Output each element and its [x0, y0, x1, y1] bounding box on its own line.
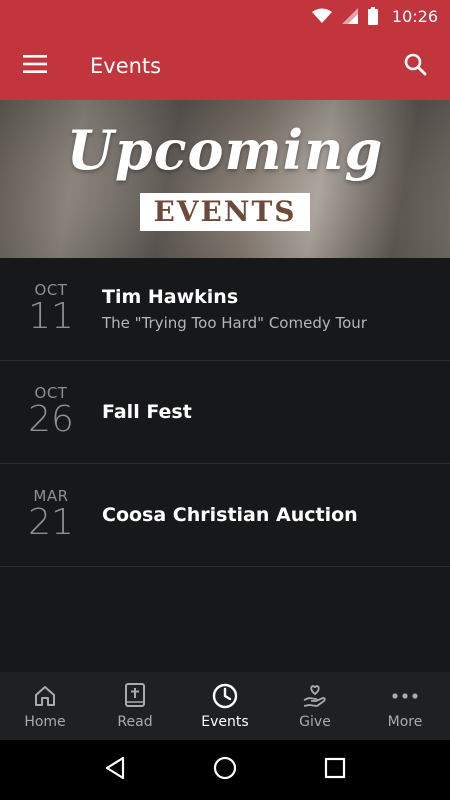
bottom-nav: Home Read Events Give More: [0, 672, 450, 740]
back-triangle-icon: [104, 756, 126, 784]
event-item[interactable]: OCT 11 Tim Hawkins The "Trying Too Hard"…: [0, 258, 450, 361]
nav-label: More: [387, 714, 423, 730]
event-day: 26: [28, 399, 74, 440]
system-recents-button[interactable]: [305, 740, 365, 800]
nav-label: Home: [24, 714, 66, 730]
status-bar: 10:26: [0, 0, 450, 32]
event-date: MAR 21: [0, 488, 102, 542]
nav-label: Read: [117, 714, 153, 730]
give-hand-heart-icon: [302, 682, 328, 710]
hero-title-block: EVENTS: [153, 195, 297, 228]
event-date: OCT 11: [0, 282, 102, 336]
app-bar: Events: [0, 32, 450, 100]
more-dots-icon: [392, 682, 418, 710]
event-day: 11: [28, 296, 74, 337]
search-icon: [403, 52, 427, 80]
event-subtitle: The "Trying Too Hard" Comedy Tour: [102, 314, 367, 332]
event-text: Coosa Christian Auction: [102, 504, 450, 526]
event-text: Fall Fest: [102, 401, 450, 423]
nav-read[interactable]: Read: [90, 672, 180, 740]
system-nav-bar: [0, 740, 450, 800]
event-title: Tim Hawkins: [102, 286, 239, 308]
battery-icon: [367, 7, 378, 25]
event-date: OCT 26: [0, 385, 102, 439]
event-title: Fall Fest: [102, 401, 192, 423]
bible-icon: [124, 682, 146, 710]
signal-icon: [341, 8, 358, 24]
nav-events[interactable]: Events: [180, 672, 270, 740]
hamburger-menu-icon: [23, 55, 47, 77]
menu-button[interactable]: [0, 32, 70, 100]
nav-more[interactable]: More: [360, 672, 450, 740]
nav-label: Give: [299, 714, 331, 730]
recents-square-icon: [324, 757, 346, 783]
nav-label: Events: [201, 714, 249, 730]
status-time: 10:26: [391, 6, 438, 26]
system-home-button[interactable]: [195, 740, 255, 800]
event-item[interactable]: MAR 21 Coosa Christian Auction: [0, 464, 450, 567]
nav-home[interactable]: Home: [0, 672, 90, 740]
system-back-button[interactable]: [85, 740, 145, 800]
clock-icon: [212, 682, 238, 710]
nav-give[interactable]: Give: [270, 672, 360, 740]
event-day: 21: [28, 502, 74, 543]
home-circle-icon: [213, 756, 237, 784]
event-item[interactable]: OCT 26 Fall Fest: [0, 361, 450, 464]
hero-title-script: Upcoming: [66, 118, 384, 182]
event-text: Tim Hawkins The "Trying Too Hard" Comedy…: [102, 286, 450, 332]
home-icon: [33, 682, 57, 710]
wifi-icon: [311, 8, 332, 24]
search-button[interactable]: [380, 32, 450, 100]
event-list: OCT 11 Tim Hawkins The "Trying Too Hard"…: [0, 258, 450, 567]
page-title: Events: [90, 54, 162, 78]
event-title: Coosa Christian Auction: [102, 504, 358, 526]
